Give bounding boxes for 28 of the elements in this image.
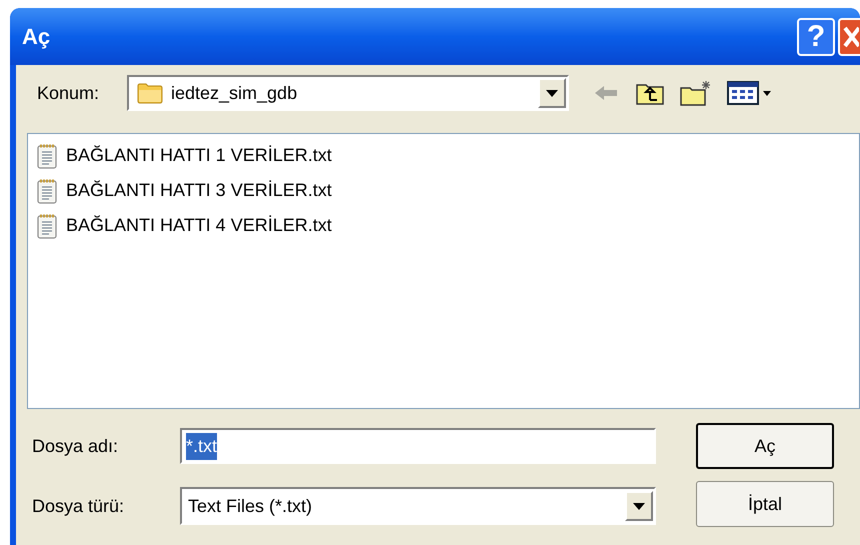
caret-icon (633, 502, 645, 510)
file-type-label: Dosya türü: (32, 494, 126, 518)
text-file-icon (36, 178, 58, 204)
new-folder-icon[interactable] (679, 79, 713, 107)
caret-icon (546, 90, 558, 96)
location-label: Konum: (37, 82, 100, 104)
text-file-icon (36, 212, 58, 238)
file-name[interactable]: BAĞLANTI HATTI 1 VERİLER.txt (66, 142, 332, 169)
window-title: Aç (22, 23, 52, 51)
file-name[interactable]: BAĞLANTI HATTI 3 VERİLER.txt (66, 177, 332, 204)
location-value: iedtez_sim_gdb (171, 82, 298, 105)
file-name[interactable]: BAĞLANTI HATTI 4 VERİLER.txt (66, 212, 332, 239)
dropdown-button[interactable] (538, 78, 566, 108)
file-type-combo[interactable]: Text Files (*.txt) (180, 487, 656, 525)
file-name-label: Dosya adı: (32, 434, 120, 458)
folder-icon (137, 82, 163, 104)
text-file-icon (36, 142, 58, 168)
location-combo[interactable]: iedtez_sim_gdb (127, 75, 569, 111)
open-button[interactable]: Aç (696, 423, 834, 469)
file-type-value: Text Files (*.txt) (188, 494, 314, 518)
close-icon (843, 26, 859, 48)
cancel-button[interactable]: İptal (696, 481, 834, 527)
file-name-field[interactable]: *.txt (180, 428, 656, 464)
close-button[interactable] (838, 18, 860, 56)
dropdown-button[interactable] (625, 491, 653, 521)
help-button[interactable]: ? (797, 18, 835, 56)
file-name-value: *.txt (186, 432, 218, 460)
view-menu-icon[interactable] (727, 81, 773, 105)
